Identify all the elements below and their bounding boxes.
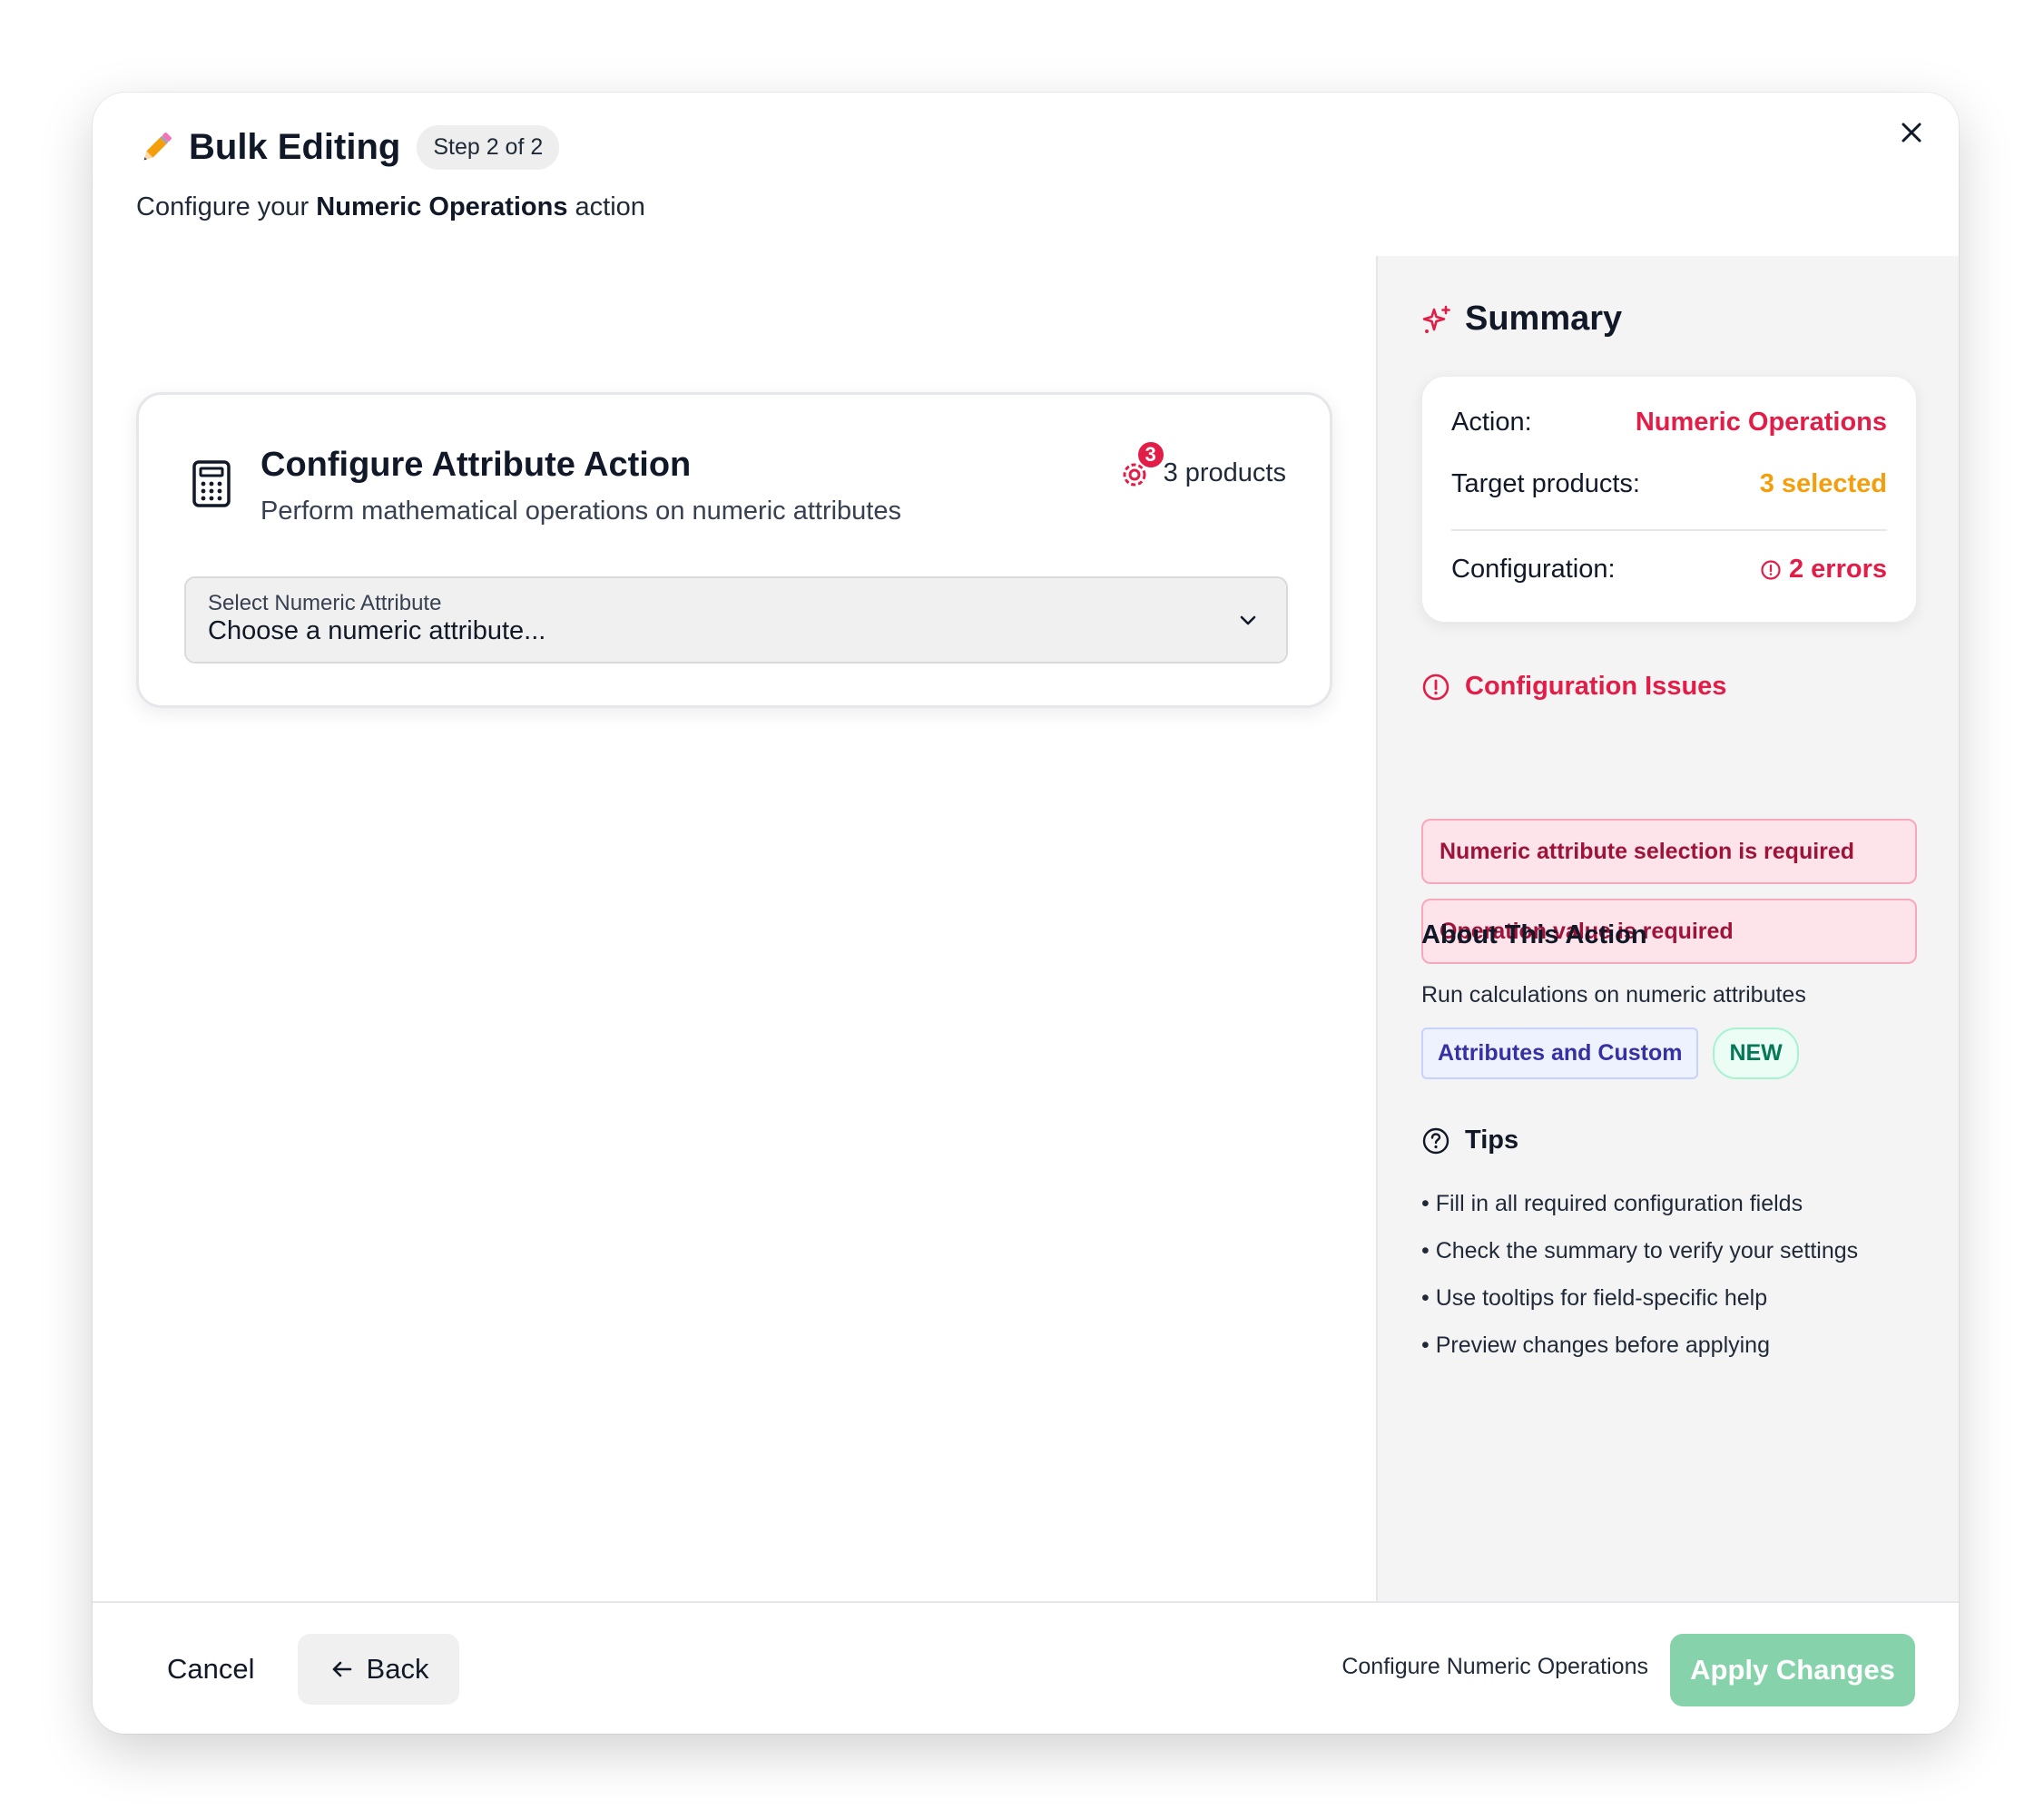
apply-changes-button[interactable]: Apply Changes bbox=[1670, 1634, 1915, 1706]
alert-circle-icon bbox=[1422, 674, 1449, 700]
summary-label: Configuration: bbox=[1451, 555, 1616, 584]
summary-header: Summary bbox=[1421, 300, 1622, 339]
new-badge: NEW bbox=[1713, 1027, 1799, 1079]
bulk-edit-modal: Bulk Editing Step 2 of 2 Configure your … bbox=[93, 93, 1959, 1734]
tip-item: • Preview changes before applying bbox=[1421, 1332, 1770, 1358]
footer-hint: Configure Numeric Operations bbox=[1341, 1654, 1648, 1679]
summary-value: Numeric Operations bbox=[1635, 408, 1887, 437]
card-title: Configure Attribute Action bbox=[260, 446, 692, 484]
summary-errors: 2 errors bbox=[1760, 555, 1887, 585]
summary-card: Action: Numeric Operations Target produc… bbox=[1421, 376, 1917, 623]
summary-row-target: Target products: 3 selected bbox=[1451, 469, 1887, 499]
modal-subtitle: Configure your Numeric Operations action bbox=[136, 192, 645, 222]
products-text: 3 products bbox=[1163, 457, 1286, 487]
issues-title: Configuration Issues bbox=[1465, 672, 1727, 701]
summary-sidebar: Summary Action: Numeric Operations Targe… bbox=[1376, 256, 1959, 1601]
modal-header: Bulk Editing Step 2 of 2 Configure your … bbox=[93, 93, 1959, 256]
category-tag: Attributes and Custom bbox=[1421, 1027, 1699, 1079]
select-label: Select Numeric Attribute bbox=[208, 591, 442, 615]
products-count: 3 3 products bbox=[1116, 440, 1286, 493]
back-button[interactable]: Back bbox=[298, 1634, 459, 1705]
products-icon-wrap: 3 bbox=[1116, 440, 1165, 493]
back-label: Back bbox=[366, 1653, 429, 1685]
summary-value: 3 selected bbox=[1759, 469, 1887, 498]
card-description: Perform mathematical operations on numer… bbox=[260, 497, 901, 526]
about-title: About This Action bbox=[1421, 920, 1647, 949]
pencil-icon bbox=[143, 132, 172, 160]
summary-divider bbox=[1451, 529, 1887, 531]
summary-row-action: Action: Numeric Operations bbox=[1451, 408, 1887, 438]
products-badge: 3 bbox=[1135, 440, 1165, 469]
calculator-icon bbox=[192, 460, 231, 507]
step-badge: Step 2 of 2 bbox=[417, 125, 560, 170]
sparkles-icon bbox=[1422, 305, 1450, 333]
summary-label: Target products: bbox=[1451, 469, 1640, 498]
help-circle-icon bbox=[1422, 1127, 1449, 1154]
tips-header: Tips bbox=[1421, 1126, 1518, 1155]
summary-label: Action: bbox=[1451, 408, 1532, 437]
tip-item: • Check the summary to verify your setti… bbox=[1421, 1238, 1859, 1263]
modal-footer: Cancel Back Configure Numeric Operations… bbox=[93, 1601, 1959, 1734]
title-row: Bulk Editing Step 2 of 2 bbox=[136, 125, 560, 170]
select-value: Choose a numeric attribute... bbox=[208, 616, 546, 645]
summary-title: Summary bbox=[1465, 300, 1623, 338]
alert-circle-icon bbox=[1761, 559, 1781, 580]
tip-item: • Fill in all required configuration fie… bbox=[1421, 1191, 1803, 1216]
close-button[interactable] bbox=[1892, 113, 1931, 152]
about-tags: Attributes and Custom NEW bbox=[1421, 1027, 1799, 1079]
about-description: Run calculations on numeric attributes bbox=[1421, 982, 1806, 1008]
arrow-left-icon bbox=[332, 1661, 351, 1677]
issues-header: Configuration Issues bbox=[1421, 672, 1726, 702]
numeric-attribute-select[interactable]: Select Numeric Attribute Choose a numeri… bbox=[184, 576, 1288, 664]
subtitle-prefix: Configure your bbox=[136, 192, 317, 221]
subtitle-action: Numeric Operations bbox=[316, 192, 568, 221]
close-icon bbox=[1902, 123, 1921, 143]
modal-title: Bulk Editing bbox=[189, 127, 401, 167]
chevron-down-icon bbox=[1240, 615, 1256, 625]
main-panel: Configure Attribute Action Perform mathe… bbox=[93, 256, 1376, 1601]
cancel-button[interactable]: Cancel bbox=[143, 1634, 279, 1705]
tips-list: • Fill in all required configuration fie… bbox=[1421, 1180, 1858, 1369]
configure-attribute-card: Configure Attribute Action Perform mathe… bbox=[136, 392, 1332, 708]
subtitle-suffix: action bbox=[567, 192, 645, 221]
tip-item: • Use tooltips for field-specific help bbox=[1421, 1285, 1768, 1311]
issue-item: Numeric attribute selection is required bbox=[1421, 819, 1917, 884]
tips-title: Tips bbox=[1465, 1126, 1519, 1155]
summary-row-configuration: Configuration: 2 errors bbox=[1451, 555, 1887, 585]
summary-value: 2 errors bbox=[1788, 555, 1887, 584]
